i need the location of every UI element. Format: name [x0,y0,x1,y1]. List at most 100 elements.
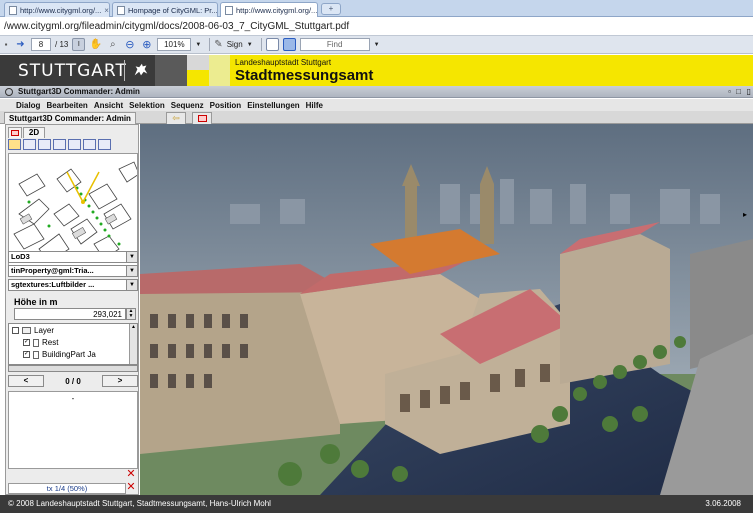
close-icon[interactable]: × [317,6,318,15]
layer-label: Rest [42,338,59,347]
chevron-down-icon[interactable]: ▼ [126,266,137,276]
banner-decoration [155,55,187,86]
maximize-icon[interactable]: □ [736,86,741,98]
browser-tab-3[interactable]: http://www.citygml.org/... × [220,2,318,17]
zoom-out-icon[interactable]: ⊖ [123,38,136,51]
zoom-level-select[interactable]: 101% [157,38,192,51]
marquee-zoom-icon[interactable]: ⌕ [106,38,119,51]
app-icon [5,88,13,96]
pdf-toolbar: ▪ ➜ 8 / 13 I ✋ ⌕ ⊖ ⊕ 101% ▼ ✎ Sign ▼ Fin… [0,35,753,54]
hand-tool-icon[interactable]: ✋ [89,38,102,51]
dept-title: Stadtmessungsamt [235,67,374,84]
new-tab-button[interactable]: + [321,3,341,15]
lod-select[interactable]: LoD3 ▼ [8,251,138,263]
fit-page-icon[interactable] [282,38,296,51]
folder-icon [22,327,31,334]
tab-red-tool-icon[interactable] [192,112,212,124]
layer-tree-hscroll[interactable] [8,365,138,372]
menu-ansicht[interactable]: Ansicht [94,101,123,110]
menu-hilfe[interactable]: Hilfe [306,101,323,110]
browser-tab-label: http://www.citygml.org/... [20,5,102,15]
layer-item-buildingpart[interactable]: ✓ BuildingPart Ja [23,350,96,359]
slide-footer: © 2008 Landeshauptstadt Stuttgart, Stadt… [0,495,753,513]
tab-3d-view-icon[interactable] [8,127,22,138]
logo-divider [124,60,125,81]
page-total: / 13 [55,40,69,49]
toolbar-grip-icon: ▪ [4,40,8,49]
map-tool-icons [8,139,138,151]
menu-bearbeiten[interactable]: Bearbeiten [46,101,87,110]
measure-icon[interactable] [68,139,81,150]
tab-2d[interactable]: 2D [23,127,45,138]
address-bar[interactable]: /www.citygml.org/fileadmin/citygml/docs/… [0,18,753,35]
browser-tab-2[interactable]: Hompage of CityGML: Pr... × [112,2,218,17]
texture-select-value: sgtextures:Luftbilder ... [11,280,95,289]
layer-tree-root[interactable]: Layer [12,326,54,335]
tab-back-arrow-icon[interactable]: ⇦ [166,112,186,124]
chevron-down-icon[interactable]: ▼ [126,280,137,290]
close-window-icon[interactable]: ▯ [747,86,751,98]
banner-decoration [187,55,209,70]
page-icon [9,5,17,15]
browser-tab-1[interactable]: http://www.citygml.org/... × [4,2,110,17]
layer-tree-vscroll[interactable]: ▲ [129,324,137,364]
chevron-down-icon[interactable]: ▼ [126,252,137,262]
menu-einstellungen[interactable]: Einstellungen [247,101,299,110]
layer-item-rest[interactable]: ✓ Rest [23,338,58,347]
banner-decoration [187,70,209,86]
select-text-icon[interactable]: I [72,38,86,51]
walk-mode-icon[interactable] [53,139,66,150]
document-icon [33,338,39,347]
close-icon[interactable]: ✕ [126,482,136,493]
app-title-bar: Stuttgart3D Commander: Admin ▫ □ ▯ [0,86,753,98]
banner-decoration [209,55,230,86]
layer-checkbox[interactable] [12,327,19,334]
lod-select-value: LoD3 [11,252,30,261]
property-select[interactable]: tinProperty@gml:Tria... ▼ [8,265,138,277]
menu-dialog[interactable]: Dialog [16,101,40,110]
region-select-icon[interactable] [83,139,96,150]
find-input[interactable]: Find [299,38,370,51]
texture-select[interactable]: sgtextures:Luftbilder ... ▼ [8,279,138,291]
page-number-input[interactable]: 8 [31,38,51,51]
toolbar-separator [209,38,211,51]
clear-selection-icon[interactable] [98,139,111,150]
browser-tab-label: Hompage of CityGML: Pr... [128,5,218,15]
selection-list: - [8,391,138,469]
layer-label: BuildingPart Ja [42,350,96,359]
tab-commander[interactable]: Stuttgart3D Commander: Admin [4,112,136,124]
height-label: Höhe in m [14,297,58,307]
3d-city-view[interactable]: ▸ [140,124,753,495]
next-page-arrow-icon[interactable]: ➜ [14,38,27,51]
document-icon [33,350,39,359]
browser-tab-label: http://www.citygml.org/... [236,5,318,15]
zoom-in-icon[interactable]: ⊕ [140,38,153,51]
pen-sign-icon[interactable]: ✎ [214,38,222,51]
layer-checkbox-checked[interactable]: ✓ [23,339,30,346]
chevron-down-icon[interactable]: ▼ [374,38,380,51]
print-icon[interactable] [265,38,279,51]
chevron-down-icon[interactable]: ▼ [247,38,253,51]
horse-crest-icon [134,63,148,76]
toolbar-separator [260,38,262,51]
menu-sequenz[interactable]: Sequenz [171,101,204,110]
close-icon[interactable]: ✕ [126,469,136,480]
close-icon[interactable]: × [101,6,109,15]
property-select-value: tinProperty@gml:Tria... [11,266,94,275]
sign-button[interactable]: Sign [227,38,243,51]
chevron-down-icon[interactable]: ▼ [195,38,201,51]
height-stepper[interactable]: ▲ ▼ [126,308,136,320]
layer-checkbox-checked[interactable]: ✓ [23,351,30,358]
draw-polygon-icon[interactable] [23,139,36,150]
building-select-icon[interactable] [38,139,51,150]
prev-button[interactable]: < [8,375,44,387]
scene-expand-icon[interactable]: ▸ [743,210,747,219]
menu-selektion[interactable]: Selektion [129,101,165,110]
menu-position[interactable]: Position [210,101,242,110]
footer-copyright: © 2008 Landeshauptstadt Stuttgart, Stadt… [8,499,271,508]
next-button[interactable]: > [101,375,138,387]
height-input[interactable]: 293,021 [14,308,126,320]
restore-icon[interactable]: ▫ [728,86,731,98]
person-pointer-icon[interactable] [8,139,21,150]
page-icon [117,5,125,15]
